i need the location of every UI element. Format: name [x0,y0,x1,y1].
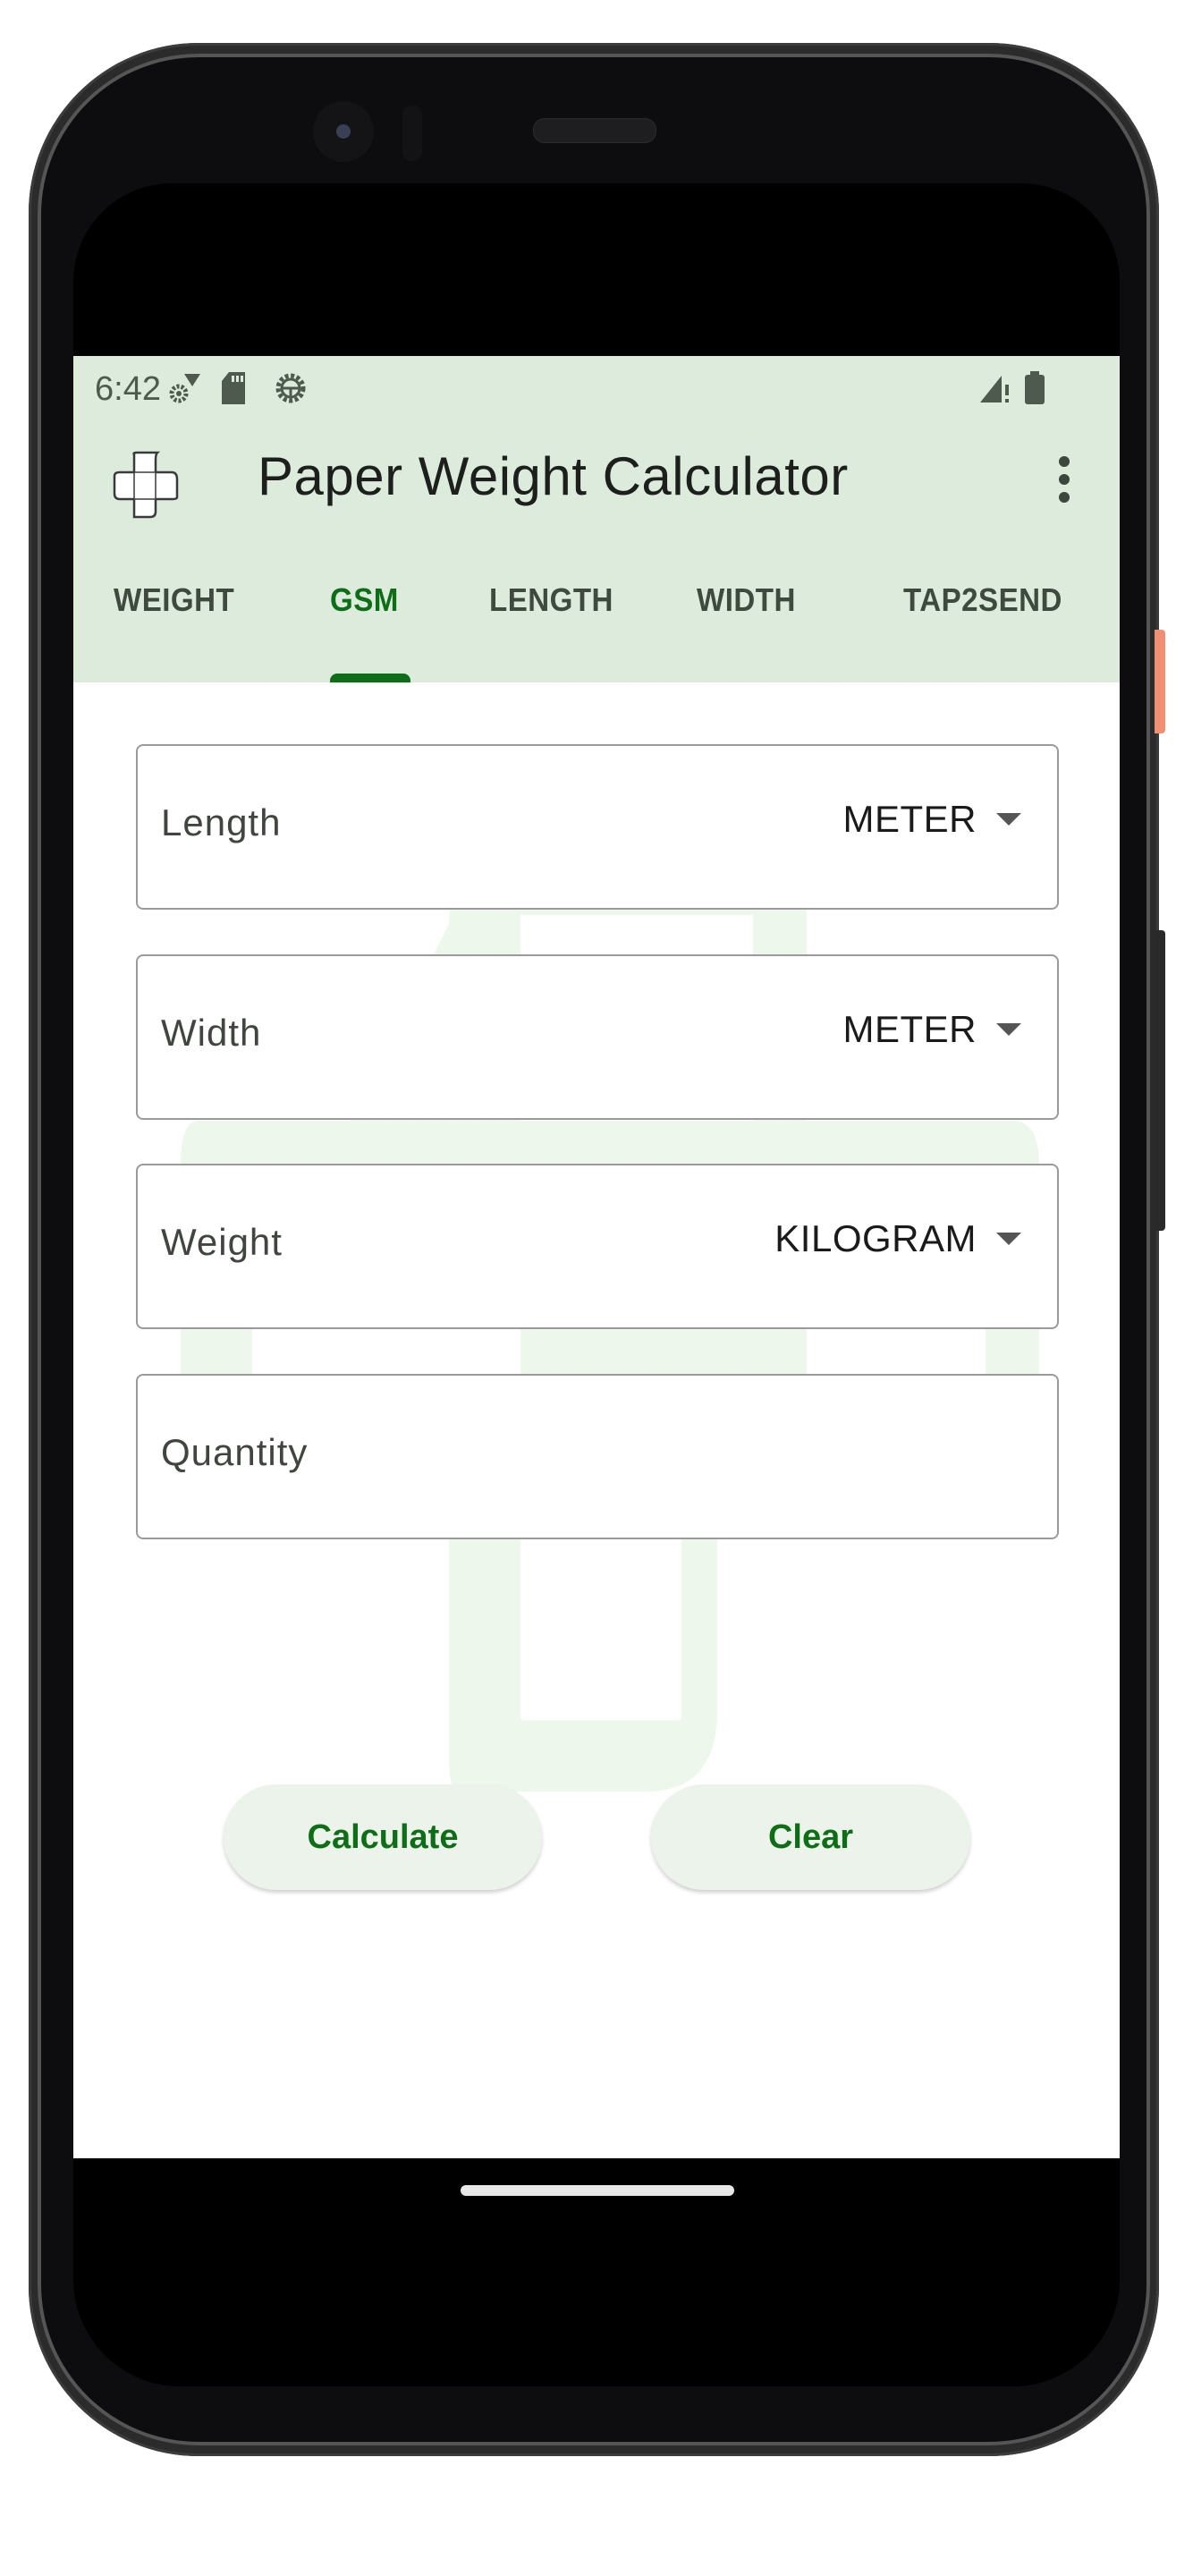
sd-card-icon [222,372,245,404]
battery-icon [1025,371,1045,404]
clear-button[interactable]: Clear [651,1784,970,1890]
earpiece-speaker [533,118,656,143]
proximity-sensor [402,106,422,161]
weight-input[interactable]: Weight KILOGRAM [136,1164,1059,1329]
system-navigation-bar [73,2158,1120,2386]
tab-length[interactable]: LENGTH [489,581,613,619]
tab-weight[interactable]: WEIGHT [114,581,234,619]
tab-width[interactable]: WIDTH [697,581,796,619]
app-logo-cross-icon [113,451,179,519]
settings-wifi-icon [169,374,200,403]
width-unit-dropdown[interactable]: METER [842,1008,1021,1051]
tab-gsm[interactable]: GSM [330,581,399,619]
status-bar: 6:42 [73,356,1120,420]
width-field-label: Width [161,1012,262,1054]
tab-bar: WEIGHT GSM LENGTH WIDTH TAP2SEND [73,537,1120,682]
status-time: 6:42 [95,370,161,408]
home-gesture-handle[interactable] [461,2185,734,2196]
tab-tap2send[interactable]: TAP2SEND [903,581,1062,619]
more-vert-icon [1059,456,1070,467]
width-unit-value: METER [842,1008,977,1050]
length-field-label: Length [161,801,282,843]
weight-unit-value: KILOGRAM [774,1217,977,1259]
volume-rocker[interactable] [1155,930,1165,1231]
width-input[interactable]: Width METER [136,954,1059,1120]
length-unit-value: METER [842,798,977,840]
app-bar: Paper Weight Calculator [73,420,1120,537]
more-options-button[interactable] [1039,451,1089,508]
device-screen: 6:42 Paper Weight Calculator WEIGHT GSM … [73,183,1120,2386]
debug-gear-icon [275,373,306,403]
length-input[interactable]: Length METER [136,744,1059,910]
quantity-input[interactable]: Quantity [136,1374,1059,1539]
chevron-down-icon [996,1233,1021,1245]
weight-unit-dropdown[interactable]: KILOGRAM [774,1217,1021,1260]
quantity-field-label: Quantity [161,1431,309,1473]
power-button[interactable] [1155,630,1165,733]
chevron-down-icon [996,1023,1021,1036]
gsm-form-panel: Length METER Width METER Weight KILOGRAM… [73,682,1120,2158]
calculate-button[interactable]: Calculate [224,1784,542,1890]
active-tab-indicator [330,674,410,682]
chevron-down-icon [996,813,1021,826]
front-camera-icon [313,101,374,162]
length-unit-dropdown[interactable]: METER [842,798,1021,841]
weight-field-label: Weight [161,1221,283,1263]
signal-no-data-icon [980,376,1009,402]
app-title: Paper Weight Calculator [258,446,849,506]
